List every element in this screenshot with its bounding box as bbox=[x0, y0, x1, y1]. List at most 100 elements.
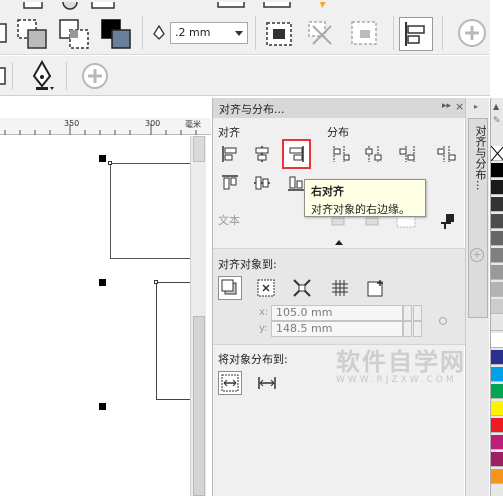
x-spinner[interactable] bbox=[403, 305, 412, 321]
y-unit-spinner[interactable] bbox=[413, 321, 422, 337]
color-swatch[interactable] bbox=[491, 384, 503, 399]
color-swatch[interactable] bbox=[491, 299, 503, 314]
toolbar-top-icon-2[interactable] bbox=[58, 0, 82, 10]
tooltip-description: 对齐对象的右边缘。 bbox=[311, 203, 410, 216]
add-icon[interactable] bbox=[456, 17, 488, 49]
simplify-icon[interactable] bbox=[100, 18, 134, 50]
color-swatch[interactable] bbox=[491, 418, 503, 433]
tab-align-distribute-label: 对齐与分布... bbox=[474, 125, 487, 191]
text-align-more-icon[interactable] bbox=[439, 212, 457, 230]
align-to-active-objects-button[interactable] bbox=[218, 276, 242, 300]
selection-handle-ml[interactable] bbox=[99, 279, 106, 286]
docker-title-bar[interactable]: 对齐与分布... ▸▸ × bbox=[213, 98, 465, 118]
combine-icon[interactable] bbox=[262, 18, 296, 50]
align-distribute-docker: 对齐与分布... ▸▸ × 对齐 分布 文本 对齐对象到: x: 105.0 m… bbox=[212, 98, 465, 496]
distribute-right-button[interactable] bbox=[396, 143, 418, 165]
scroll-thumb-top bbox=[193, 136, 205, 162]
selection-handle-bl[interactable] bbox=[99, 403, 106, 410]
tooltip: 右对齐 对齐对象的右边缘。 bbox=[304, 179, 426, 217]
target-point-icon[interactable] bbox=[439, 317, 447, 325]
color-swatch[interactable] bbox=[491, 265, 503, 280]
outline-width-select[interactable]: .2 mm bbox=[170, 22, 248, 44]
align-center-v-button[interactable] bbox=[251, 172, 273, 194]
color-swatch[interactable] bbox=[491, 350, 503, 365]
distribute-left-button[interactable] bbox=[329, 143, 351, 165]
node-point bbox=[154, 280, 158, 284]
distribute-center-h-button[interactable] bbox=[362, 143, 384, 165]
x-label: x: bbox=[259, 307, 269, 318]
align-center-h-button[interactable] bbox=[251, 143, 273, 165]
vertical-scrollbar[interactable] bbox=[190, 136, 206, 496]
color-swatch[interactable] bbox=[491, 282, 503, 297]
palette-scroll-up-icon[interactable]: ▲ bbox=[493, 102, 499, 111]
align-to-specified-point-button[interactable] bbox=[365, 277, 387, 299]
align-to-page-edge-button[interactable] bbox=[255, 277, 277, 299]
collapse-icon[interactable]: ▸▸ bbox=[442, 101, 451, 111]
distribute-to-page-button[interactable] bbox=[256, 372, 278, 394]
palette-eyedropper-icon[interactable]: ✎ bbox=[493, 116, 501, 126]
break-apart-2-icon[interactable] bbox=[348, 18, 382, 50]
toolbar-top-icon-1[interactable] bbox=[22, 0, 44, 9]
color-swatch[interactable] bbox=[491, 214, 503, 229]
docker-tab-strip: ▸ 对齐与分布... + bbox=[465, 98, 489, 496]
scroll-thumb[interactable] bbox=[193, 316, 205, 496]
intersect-icon[interactable] bbox=[58, 18, 92, 50]
weld-icon[interactable] bbox=[0, 20, 8, 48]
trim-icon[interactable] bbox=[16, 18, 50, 50]
y-spinner[interactable] bbox=[403, 321, 412, 337]
align-top-button[interactable] bbox=[219, 172, 241, 194]
tooltip-title: 右对齐 bbox=[311, 185, 344, 198]
color-swatch[interactable] bbox=[491, 180, 503, 195]
color-swatch[interactable] bbox=[491, 452, 503, 467]
align-to-page-center-button[interactable] bbox=[291, 277, 313, 299]
close-icon[interactable]: × bbox=[455, 100, 464, 113]
toolbar-top-icon-3[interactable] bbox=[90, 0, 116, 9]
align-to-grid-button[interactable] bbox=[329, 277, 351, 299]
toolbar-top-icon-5[interactable] bbox=[262, 0, 292, 8]
outline-pen-icon bbox=[152, 24, 166, 41]
selection-handle-tl[interactable] bbox=[99, 155, 106, 162]
y-coordinate-field[interactable]: 148.5 mm bbox=[271, 321, 403, 337]
color-swatch[interactable] bbox=[491, 333, 503, 348]
color-swatch[interactable] bbox=[491, 248, 503, 263]
distribute-spacing-h-button[interactable] bbox=[435, 143, 457, 165]
align-right-button[interactable] bbox=[282, 139, 311, 169]
color-swatch[interactable] bbox=[491, 435, 503, 450]
x-coordinate-field[interactable]: 105.0 mm bbox=[271, 305, 403, 321]
property-bar: .2 mm bbox=[0, 0, 490, 55]
color-swatch[interactable] bbox=[491, 469, 503, 484]
color-palette: ▲ ✎ bbox=[490, 98, 503, 496]
align-left-button[interactable] bbox=[219, 143, 241, 165]
color-swatch[interactable] bbox=[491, 367, 503, 382]
y-label: y: bbox=[259, 323, 268, 334]
add-preset-icon[interactable] bbox=[80, 61, 110, 91]
toolbar-top-icon-4[interactable] bbox=[216, 0, 246, 8]
distribute-to-selection-button[interactable] bbox=[218, 371, 242, 395]
partial-icon[interactable] bbox=[0, 64, 8, 88]
break-apart-icon[interactable] bbox=[305, 18, 339, 50]
color-swatch[interactable] bbox=[491, 316, 503, 331]
toolbar-top-icon-6[interactable] bbox=[316, 0, 332, 8]
x-unit-spinner[interactable] bbox=[413, 305, 422, 321]
ruler-unit-label: 毫米 bbox=[185, 120, 201, 129]
ruler-label-350: 350 bbox=[64, 119, 80, 128]
drawing-canvas[interactable] bbox=[0, 136, 211, 496]
no-color-swatch[interactable] bbox=[490, 145, 503, 162]
color-swatch[interactable] bbox=[491, 163, 503, 178]
chevron-down-icon bbox=[235, 31, 243, 36]
section-toggle-up-icon[interactable] bbox=[335, 240, 343, 245]
align-distribute-icon[interactable] bbox=[399, 17, 433, 51]
selected-rectangle-1[interactable] bbox=[110, 163, 195, 259]
add-docker-icon[interactable]: + bbox=[470, 248, 484, 262]
horizontal-ruler: 350 300 毫米 bbox=[0, 118, 211, 135]
align-section-label: 对齐 bbox=[218, 126, 240, 139]
node-point bbox=[108, 161, 112, 165]
tab-align-distribute[interactable]: 对齐与分布... bbox=[468, 118, 488, 318]
tab-scroll-right-icon[interactable]: ▸ bbox=[474, 102, 478, 111]
pen-tool-icon[interactable] bbox=[28, 59, 56, 92]
color-swatch[interactable] bbox=[491, 401, 503, 416]
color-swatch[interactable] bbox=[491, 231, 503, 246]
align-to-label: 对齐对象到: bbox=[218, 258, 277, 271]
distribute-to-label: 将对象分布到: bbox=[218, 353, 288, 366]
color-swatch[interactable] bbox=[491, 197, 503, 212]
